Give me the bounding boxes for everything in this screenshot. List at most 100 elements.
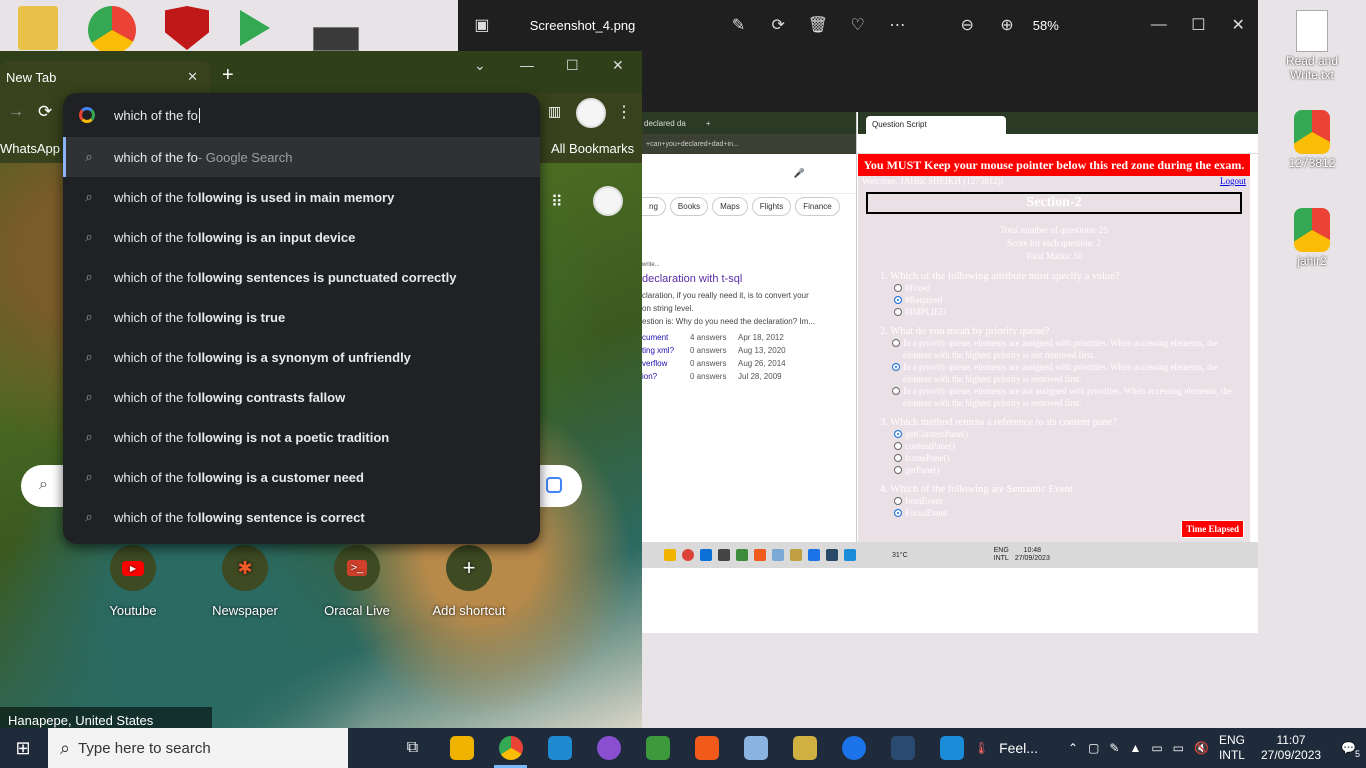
inner-search-window: declared da + +can+you+declared+dad+in...… [642,112,857,542]
new-tab-button[interactable]: + [222,64,234,87]
question-2: 2. What do you mean by priority queue? [880,326,1050,337]
plus-icon: + [446,545,492,591]
inner-quiz-window: Question Script ← → ⟳ tasks.idb-bisew.xyz… [858,112,1258,542]
chrome-taskbar-icon[interactable] [486,728,535,768]
screenshot-image: declared da + +can+you+declared+dad+in...… [642,112,1258,633]
lens-icon[interactable] [546,477,562,493]
all-bookmarks[interactable]: All Bookmarks [551,141,634,156]
tab-new-tab[interactable]: New Tab ✕ [0,61,210,93]
side-panel-icon[interactable]: ▥ [548,103,561,120]
task-view-icon[interactable]: ⧉ [388,728,437,768]
inner-result-meta: write... [642,262,660,268]
desktop-icon-play-games[interactable] [240,10,270,46]
suggestion-item[interactable]: ⌕ which of the fo llowing is a customer ne… [63,457,540,497]
omnibox-input[interactable]: which of the fo [63,93,540,137]
option: #Fixed [894,282,1250,294]
shortcut-newspaper[interactable]: ✱ Newspaper [195,545,295,618]
desktop-icon-jahir2[interactable]: jahir2 [1282,208,1342,268]
tab-search-icon[interactable]: ⌄ [474,57,486,74]
suggestion-item[interactable]: ⌕ which of the fo llowing contrasts fallow [63,377,540,417]
desktop-icon-1273812[interactable]: 1273812 [1282,110,1342,170]
monitor-icon[interactable]: ▭ [1173,741,1184,755]
search-icon: ⌕ [85,269,93,284]
weather-icon: 🌡 [973,741,990,755]
maximize-icon[interactable]: ☐ [566,57,579,74]
language-indicator[interactable]: ENG INTL [1219,733,1245,763]
search-icon: ⌕ [85,229,93,244]
wallpaper-location: Hanapepe, United States [0,707,212,728]
menu-icon[interactable]: ⋮ [616,102,632,122]
acrobat-icon[interactable]: ▲ [1129,741,1141,755]
desktop-icon-app[interactable] [313,27,359,51]
brave-icon[interactable] [682,728,731,768]
dev-tool-icon[interactable] [878,728,927,768]
option: framePane() [894,452,1250,464]
favorite-icon[interactable]: ♡ [838,0,878,50]
minimize-icon[interactable]: — [520,57,534,73]
delete-icon[interactable]: 🗑 [798,0,838,50]
desktop-icon-mcafee[interactable] [165,6,209,50]
inner-quiz-tab: Question Script [866,116,1006,134]
shortcut-add[interactable]: + Add shortcut [419,545,519,618]
more-icon[interactable]: ⋯ [878,0,918,50]
bookmark-whatsapp[interactable]: WhatsApp [0,141,60,156]
close-window-icon[interactable]: ✕ [612,57,624,74]
desktop-icon-label: jahir2 [1297,254,1327,268]
suggestion-item[interactable]: ⌕ which of the fo llowing is true [63,297,540,337]
edit-icon[interactable]: ✎ [719,0,759,50]
box-app-icon[interactable] [731,728,780,768]
search-icon: ⌕ [85,469,93,484]
photos-icon[interactable] [927,728,976,768]
suggestion-item[interactable]: ⌕ which of the fo llowing is a synonym of … [63,337,540,377]
zoom-in-icon[interactable]: ⊕ [987,0,1027,50]
terminal-icon: >_ [334,545,380,591]
shortcut-youtube[interactable]: ▶ Youtube [83,545,183,618]
close-tab-icon[interactable]: ✕ [187,69,198,85]
start-button[interactable]: ⊞ [0,728,46,768]
vscode-icon[interactable] [535,728,584,768]
spreadsheet-icon[interactable] [633,728,682,768]
reload-icon[interactable]: ⟳ [38,102,52,122]
desktop-icon-user[interactable] [18,6,58,50]
rotate-icon[interactable]: ⟳ [758,0,798,50]
zoom-level: 58% [1032,17,1059,33]
network-icon[interactable]: ▭ [1151,741,1162,755]
volume-muted-icon[interactable]: 🔇 [1194,741,1209,755]
option: In a priority queue, elements are assign… [892,337,1244,361]
shortcut-oracal-live[interactable]: >_ Oracal Live [307,545,407,618]
clock[interactable]: 11:07 27/09/2023 [1261,733,1321,763]
close-icon[interactable]: ✕ [1218,0,1258,50]
maximize-icon[interactable]: ☐ [1179,0,1219,50]
taskbar-search[interactable]: ⌕ Type here to search [48,728,348,768]
suggestion-item[interactable]: ⌕ which of the fo llowing is used in main … [63,177,540,217]
app-circle-icon[interactable] [829,728,878,768]
quiz-page: You MUST Keep your mouse pointer below t… [858,154,1250,542]
suggestion-item[interactable]: ⌕ which of the fo - Google Search [63,137,540,177]
tab-strip: New Tab ✕ + ⌄ — ☐ ✕ [0,51,642,93]
zoom-out-icon[interactable]: ⊖ [947,0,987,50]
pen-icon[interactable]: ✎ [1109,741,1119,755]
inner-clear-icon: ✕ [772,168,780,178]
chevron-up-icon[interactable]: ⌃ [1068,741,1078,755]
gallery-icon[interactable]: ▣ [462,0,502,50]
minimize-icon[interactable]: — [1139,0,1179,50]
search-icon: ⌕ [85,349,93,364]
text-file-icon [1296,10,1328,52]
tray-app-icon[interactable]: ▢ [1088,741,1099,755]
suggestion-item[interactable]: ⌕ which of the fo llowing is an input devi… [63,217,540,257]
desktop-icon-readwrite[interactable]: Read and Write.txt [1282,10,1342,82]
weather-text[interactable]: Feel... [999,740,1038,756]
notifications-icon[interactable]: 💬 5 [1341,741,1360,759]
question-1: 1. Which of the following attribute must… [880,271,1120,282]
file-explorer-icon[interactable] [437,728,486,768]
package-icon[interactable] [780,728,829,768]
ntp-profile-avatar[interactable] [593,186,623,216]
github-desktop-icon[interactable] [584,728,633,768]
suggestion-item[interactable]: ⌕ which of the fo llowing sentences is pun… [63,257,540,297]
forward-icon[interactable]: → [8,103,24,121]
profile-avatar[interactable] [576,98,606,128]
google-apps-icon[interactable]: ⠿ [551,192,563,212]
desktop-icon-chrome[interactable] [88,6,136,54]
suggestion-item[interactable]: ⌕ which of the fo llowing is not a poetic … [63,417,540,457]
suggestion-item[interactable]: ⌕ which of the fo llowing sentence is corr… [63,497,540,537]
